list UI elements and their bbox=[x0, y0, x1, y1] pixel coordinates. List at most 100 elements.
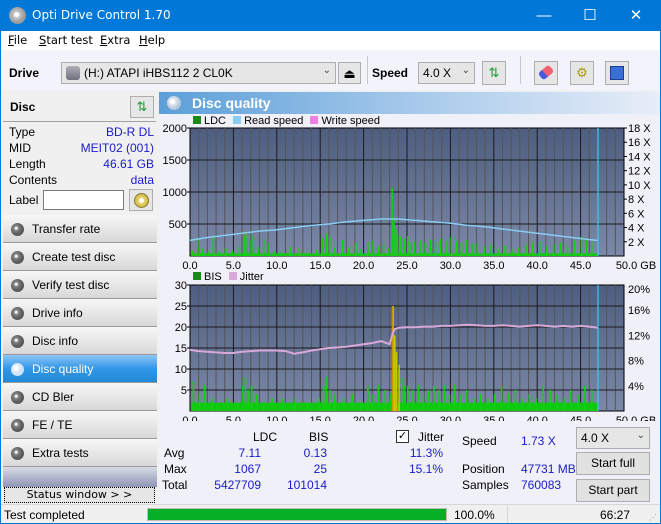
bar bbox=[334, 248, 336, 256]
test-speed-select[interactable]: 4.0 X ⌄ bbox=[576, 427, 650, 449]
bar bbox=[342, 398, 345, 411]
bar bbox=[483, 246, 485, 256]
bar bbox=[328, 390, 331, 411]
resize-grip-icon[interactable]: ⋰ bbox=[649, 513, 657, 522]
bar bbox=[591, 390, 593, 411]
y2-tick-label: 8 X bbox=[628, 194, 645, 206]
nav-label: Extra tests bbox=[32, 446, 89, 460]
app-logo-icon bbox=[9, 7, 26, 24]
bar bbox=[325, 377, 328, 411]
bar bbox=[552, 243, 555, 256]
nav-create-test-disc[interactable]: Create test disc bbox=[3, 243, 157, 271]
refresh-button[interactable]: ⇅ bbox=[482, 61, 506, 85]
disc-mid-row: MID MEIT02 (001) bbox=[9, 141, 154, 157]
start-full-button[interactable]: Start full bbox=[576, 452, 650, 475]
nav-extra-tests[interactable]: Extra tests bbox=[3, 439, 157, 467]
left-panel: Disc ⇅ Type BD-R DL MID MEIT02 (001) Len… bbox=[1, 91, 158, 504]
bar bbox=[424, 242, 426, 256]
menu-file[interactable]: File bbox=[8, 33, 27, 47]
y-tick-label: 5 bbox=[181, 385, 187, 397]
bar bbox=[243, 235, 246, 256]
status-window-button[interactable]: Status window > > bbox=[4, 487, 155, 503]
y2-tick-label: 4% bbox=[628, 381, 644, 393]
bar bbox=[367, 241, 369, 256]
bar bbox=[257, 247, 260, 256]
bar bbox=[377, 385, 380, 411]
bar bbox=[445, 240, 447, 256]
stats-max-jitter: 15.1% bbox=[408, 462, 443, 476]
bar bbox=[367, 385, 369, 411]
stats-max-ldc: 1067 bbox=[234, 462, 261, 476]
x-tick-label: 40.0 bbox=[526, 260, 547, 272]
nav-cd-bler[interactable]: CD Bler bbox=[3, 383, 157, 411]
nav-disc-quality[interactable]: Disc quality bbox=[3, 355, 157, 383]
bar bbox=[255, 394, 258, 411]
disc-label-input[interactable] bbox=[43, 190, 124, 210]
y-tick-label: 2000 bbox=[163, 123, 187, 135]
divider bbox=[3, 121, 156, 122]
bar bbox=[389, 394, 392, 411]
close-button[interactable]: ✕ bbox=[613, 0, 659, 31]
bar bbox=[422, 394, 425, 411]
nav-verify-test-disc[interactable]: Verify test disc bbox=[3, 271, 157, 299]
bar bbox=[556, 394, 558, 411]
stats-row-label: Max bbox=[164, 462, 187, 476]
nav-disc-info[interactable]: Disc info bbox=[3, 327, 157, 355]
eject-button[interactable]: ⏏ bbox=[338, 62, 361, 84]
menu-help[interactable]: Help bbox=[139, 33, 165, 47]
nav-fe-te[interactable]: FE / TE bbox=[3, 411, 157, 439]
stats-header-jitter: Jitter bbox=[418, 430, 445, 444]
bar bbox=[518, 247, 520, 256]
jitter-checkbox[interactable]: ✓ bbox=[396, 430, 409, 443]
save-button[interactable] bbox=[605, 61, 629, 85]
bar bbox=[479, 394, 482, 411]
nav-list: Transfer rate Create test disc Verify te… bbox=[3, 215, 157, 467]
app-window: Opti Drive Control 1.70 — ☐ ✕ File Start… bbox=[1, 0, 660, 523]
bar bbox=[192, 381, 195, 411]
minimize-button[interactable]: — bbox=[521, 0, 567, 31]
disc-label-label: Label bbox=[9, 193, 39, 207]
menu-start-test[interactable]: Start test bbox=[39, 33, 93, 47]
maximize-button[interactable]: ☐ bbox=[567, 0, 613, 31]
bar bbox=[217, 250, 220, 256]
speed-select[interactable]: 4.0 X ⌄ bbox=[418, 62, 475, 84]
ldc-chart: 500 1000 1500 2000 2 X 4 X 6 X 8 X 10 X 12 X 14 X 1… bbox=[163, 123, 657, 272]
chevron-down-icon: ⌄ bbox=[461, 65, 470, 76]
disc-title: Disc bbox=[10, 100, 36, 114]
stats-total-ldc: 5427709 bbox=[214, 478, 261, 492]
bar bbox=[249, 240, 251, 256]
bar bbox=[500, 385, 503, 411]
y2-tick-label: 10 X bbox=[628, 180, 651, 192]
status-bar: Test completed 100.0% 66:27 ⋰ bbox=[1, 504, 660, 523]
start-part-button[interactable]: Start part bbox=[576, 479, 650, 502]
bar bbox=[351, 394, 354, 411]
speed-stat-label: Speed bbox=[462, 434, 497, 448]
x-tick-label: 50.0 GB bbox=[616, 415, 656, 421]
bar bbox=[566, 244, 569, 256]
x-tick-label: 45.0 bbox=[570, 415, 591, 421]
bar bbox=[315, 249, 318, 256]
bar bbox=[321, 238, 324, 256]
nav-transfer-rate[interactable]: Transfer rate bbox=[3, 215, 157, 243]
bar bbox=[577, 394, 579, 411]
bar bbox=[466, 390, 468, 411]
erase-button[interactable] bbox=[534, 61, 558, 85]
x-tick-label: 45.0 bbox=[570, 260, 591, 272]
disc-icon bbox=[11, 447, 24, 460]
bar bbox=[434, 241, 437, 256]
disc-icon bbox=[11, 363, 24, 376]
settings-button[interactable]: ⚙ bbox=[570, 61, 594, 85]
disc-icon bbox=[11, 279, 24, 292]
disc-icon bbox=[11, 251, 24, 264]
menu-extra[interactable]: Extra bbox=[100, 33, 130, 47]
disc-contents-value: data bbox=[130, 173, 154, 187]
charts-canvas: 500 1000 1500 2000 2 X 4 X 6 X 8 X 10 X 12 X 14 X 1… bbox=[163, 123, 657, 421]
stats-total-bis: 101014 bbox=[286, 478, 327, 492]
disc-refresh-button[interactable]: ⇅ bbox=[130, 96, 154, 118]
bar bbox=[472, 398, 475, 411]
drive-select[interactable]: (H:) ATAPI iHBS112 2 CL0K ⌄ bbox=[61, 62, 336, 84]
disc-label-button[interactable] bbox=[129, 189, 153, 211]
samples-label: Samples bbox=[462, 478, 509, 492]
nav-drive-info[interactable]: Drive info bbox=[3, 299, 157, 327]
bar bbox=[443, 385, 446, 411]
